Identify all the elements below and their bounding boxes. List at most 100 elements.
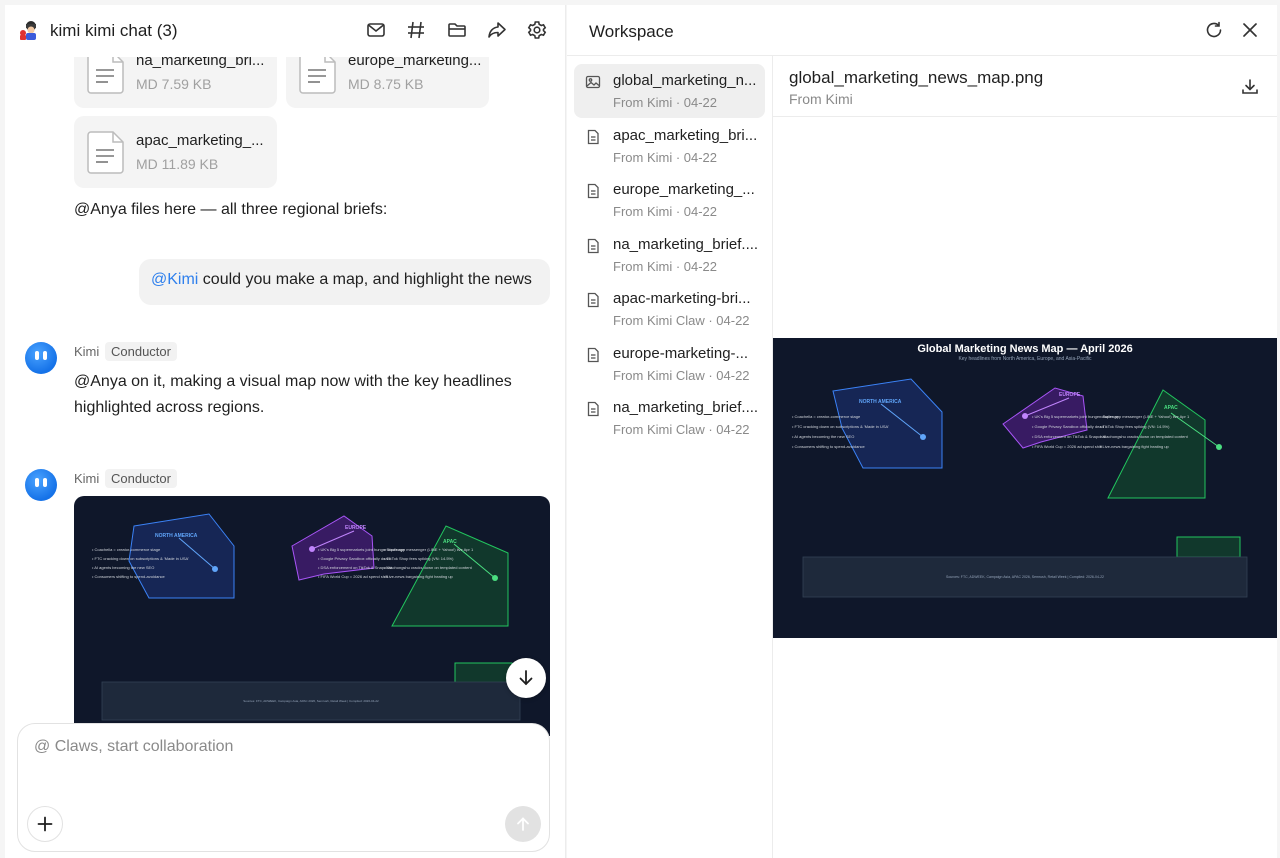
workspace-header: Workspace	[567, 5, 1277, 56]
workspace-item-meta: From Kimi · 04-22	[613, 259, 718, 274]
bot-reply-message: @Anya on it, making a visual map now wit…	[74, 369, 512, 421]
workspace-item-meta: From Kimi · 04-22	[613, 150, 718, 165]
workspace-item-meta: From Kimi Claw · 04-22	[613, 422, 750, 437]
message-input[interactable]	[34, 738, 534, 798]
send-button[interactable]	[505, 806, 541, 842]
map-bullet: • AI agents becoming the new SEO	[92, 565, 154, 570]
map-bullet: • TikTok Shop fees spiking (VN: 14.5%)	[384, 556, 454, 561]
map-region-label: NORTH AMERICA	[859, 399, 902, 405]
map-bullet: • FTC cracking down on subscriptions & '…	[92, 556, 189, 561]
map-title: Global Marketing News Map — April 2026	[917, 343, 1132, 355]
bot-role-tag: Conductor	[105, 342, 177, 361]
workspace-item[interactable]: na_marketing_brief.... From Kimi Claw · …	[574, 391, 765, 445]
files-note-message: @Anya files here — all three regional br…	[74, 201, 388, 218]
hashtag-icon[interactable]	[405, 19, 427, 41]
map-bullet: • DSA enforcement on TikTok & Snapchat	[1032, 434, 1107, 439]
kimi-avatar[interactable]	[25, 342, 57, 374]
map-bullet: • FIFA World Cup = 2026 ad spend shift	[1032, 444, 1103, 449]
plus-icon	[37, 816, 53, 832]
workspace-item-name: apac_marketing_bri...	[613, 127, 758, 144]
workspace-item[interactable]: apac_marketing_bri... From Kimi · 04-22	[574, 119, 765, 173]
map-region-label: EUROPE	[345, 525, 367, 531]
user-mention[interactable]: @Kimi	[151, 271, 198, 288]
workspace-item-meta: From Kimi Claw · 04-22	[613, 368, 750, 383]
workspace-item-name: global_marketing_n...	[613, 72, 757, 89]
workspace-title: Workspace	[589, 22, 674, 41]
workspace-item-name: na_marketing_brief....	[613, 399, 759, 416]
user-message-text: could you make a map, and highlight the …	[198, 271, 532, 288]
document-icon	[587, 347, 599, 363]
user-message-bubble: @Kimi could you make a map, and highligh…	[139, 259, 550, 305]
workspace-panel: Workspace global_marketing_n... From Kim…	[567, 5, 1277, 858]
map-bullet: • Google Privacy Sandbox officially dead	[318, 556, 390, 561]
preview-map-image[interactable]: Global Marketing News Map — April 2026 K…	[773, 338, 1277, 638]
arrow-down-icon	[519, 670, 533, 686]
map-region-label: APAC	[443, 539, 457, 545]
workspace-item-meta: From Kimi · 04-22	[613, 95, 718, 110]
map-bullet: • Live-news bargaining fight heating up	[1100, 444, 1170, 449]
file-name: apac_marketing_...	[136, 132, 264, 149]
bot-reply-line: highlighted across regions.	[74, 399, 265, 416]
chat-panel: na_marketing_bri... MD 7.59 KB europe_ma…	[5, 5, 566, 858]
file-meta: MD 8.75 KB	[348, 76, 424, 92]
workspace-item-name: europe_marketing_...	[613, 181, 755, 198]
close-icon[interactable]	[1239, 19, 1261, 41]
group-avatar-icon[interactable]	[18, 19, 40, 41]
refresh-icon[interactable]	[1203, 19, 1225, 41]
gear-icon[interactable]	[526, 19, 548, 41]
document-icon	[587, 401, 599, 417]
map-footer: Sources: FTC, ADWEEK, Campaign Asia, APA…	[243, 699, 379, 703]
map-bullet: • Coachella = creator-commerce stage	[92, 547, 161, 552]
scroll-to-bottom-button[interactable]	[506, 658, 546, 698]
preview-map-svg: Global Marketing News Map — April 2026 K…	[792, 343, 1248, 598]
workspace-item[interactable]: global_marketing_n... From Kimi · 04-22	[574, 64, 765, 118]
file-meta: MD 11.89 KB	[136, 156, 219, 172]
workspace-item[interactable]: europe-marketing-... From Kimi Claw · 04…	[574, 337, 765, 391]
bot-reply-line: @Anya on it, making a visual map now wit…	[74, 373, 512, 390]
chat-title: kimi kimi chat (3)	[50, 21, 178, 40]
download-icon[interactable]	[1239, 76, 1261, 98]
message-composer	[17, 723, 550, 852]
bot-name: Kimi	[74, 471, 100, 486]
map-bullet: • Xiaohongshu cracks down on templated c…	[384, 565, 473, 570]
document-icon	[587, 129, 599, 145]
workspace-item-meta: From Kimi Claw · 04-22	[613, 313, 750, 328]
workspace-item-name: na_marketing_brief....	[613, 236, 759, 253]
document-icon	[87, 131, 124, 174]
map-region-label: NORTH AMERICA	[155, 533, 198, 539]
map-bullet: • Coachella = creator-commerce stage	[792, 414, 861, 419]
file-meta: MD 7.59 KB	[136, 76, 212, 92]
chat-map-image[interactable]: NORTH AMERICA EUROPE APAC • Coachella = …	[74, 496, 550, 736]
map-footer: Sources: FTC, ADWEEK, Campaign Asia, APA…	[946, 575, 1104, 579]
workspace-file-list: global_marketing_n... From Kimi · 04-22 …	[567, 56, 773, 858]
map-bullet: • Consumers shifting to spend-avoidance	[92, 574, 166, 579]
arrow-up-icon	[517, 817, 529, 831]
map-bullet: • DSA enforcement on TikTok & Snapchat	[318, 565, 393, 570]
mail-icon[interactable]	[365, 19, 387, 41]
bot-role-tag: Conductor	[105, 469, 177, 488]
map-bullet: • Consumers shifting to spend-avoidance	[792, 444, 866, 449]
kimi-avatar[interactable]	[25, 469, 57, 501]
workspace-item[interactable]: apac-marketing-bri... From Kimi Claw · 0…	[574, 282, 765, 336]
map-bullet: • Super-app messenger (LINE + Yahoo!) li…	[1100, 414, 1190, 419]
workspace-item[interactable]: europe_marketing_... From Kimi · 04-22	[574, 173, 765, 227]
add-attachment-button[interactable]	[27, 806, 63, 842]
preview-file-name: global_marketing_news_map.png	[789, 68, 1044, 87]
document-icon	[587, 292, 599, 308]
share-icon[interactable]	[486, 19, 508, 41]
chat-header: kimi kimi chat (3)	[5, 5, 565, 57]
document-icon	[587, 183, 599, 199]
file-card-apac[interactable]: apac_marketing_... MD 11.89 KB	[74, 116, 277, 188]
workspace-item[interactable]: na_marketing_brief.... From Kimi · 04-22	[574, 228, 765, 282]
document-icon	[587, 238, 599, 254]
workspace-item-meta: From Kimi · 04-22	[613, 204, 718, 219]
map-region-label: APAC	[1164, 405, 1178, 411]
map-subtitle: Key headlines from North America, Europe…	[958, 356, 1092, 362]
preview-header: global_marketing_news_map.png From Kimi	[773, 56, 1277, 117]
map-bullet: • Live-news bargaining fight heating up	[384, 574, 454, 579]
map-bullet: • Google Privacy Sandbox officially dead	[1032, 424, 1104, 429]
map-image-svg: NORTH AMERICA EUROPE APAC • Coachella = …	[92, 513, 521, 721]
workspace-item-name: apac-marketing-bri...	[613, 290, 751, 307]
map-bullet: • TikTok Shop fees spiking (VN: 14.5%)	[1100, 424, 1170, 429]
folder-icon[interactable]	[446, 19, 468, 41]
